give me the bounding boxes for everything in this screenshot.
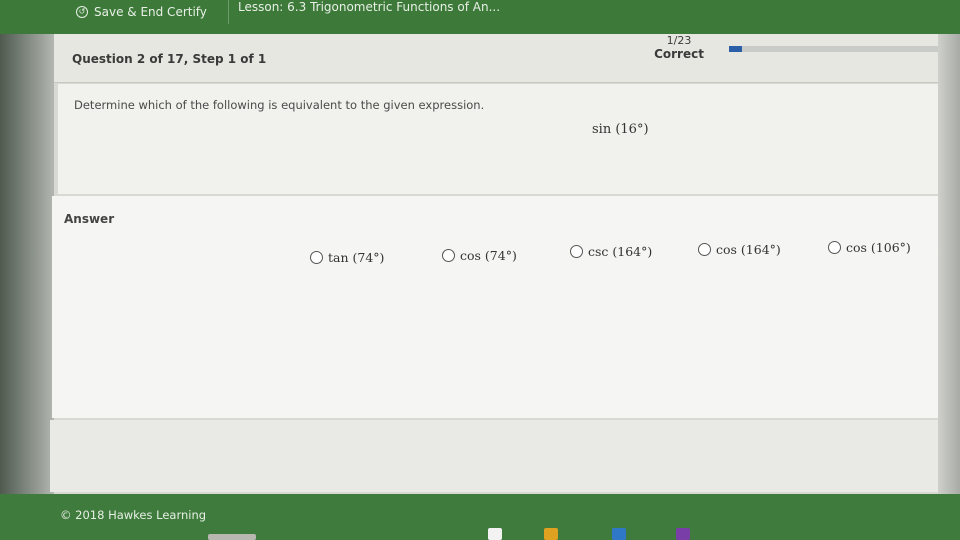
choice-option[interactable]: cos (164°) xyxy=(698,242,781,257)
settings-icon[interactable] xyxy=(612,528,626,540)
choice-option[interactable]: cos (74°) xyxy=(442,248,517,263)
file-explorer-icon[interactable] xyxy=(488,528,502,540)
choice-option[interactable]: cos (106°) xyxy=(828,240,911,255)
radio-button[interactable] xyxy=(570,245,583,258)
choice-label: cos (164°) xyxy=(716,242,781,257)
lesson-title: Lesson: 6.3 Trigonometric Functions of A… xyxy=(238,0,501,14)
choice-label: tan (74°) xyxy=(328,250,385,265)
right-edge xyxy=(938,34,960,504)
topbar-divider xyxy=(228,0,229,24)
footer: © 2018 Hawkes Learning xyxy=(0,494,960,540)
progress-fill xyxy=(729,46,742,52)
left-edge xyxy=(0,34,54,504)
score-box: 1/23 Correct xyxy=(634,34,724,61)
choice-label: cos (106°) xyxy=(846,240,911,255)
choice-option[interactable]: tan (74°) xyxy=(310,250,384,265)
choice-label: cos (74°) xyxy=(460,248,517,263)
save-end-certify-label: Save & End Certify xyxy=(94,5,207,19)
top-bar: ↺ Save & End Certify Lesson: 6.3 Trigono… xyxy=(0,0,960,34)
question-panel: Determine which of the following is equi… xyxy=(58,84,938,194)
score-count: 1/23 xyxy=(666,34,692,47)
taskbar-edge xyxy=(208,534,256,540)
answer-label: Answer xyxy=(64,212,115,226)
radio-button[interactable] xyxy=(442,249,455,262)
lower-panel xyxy=(50,420,938,492)
save-end-certify-button[interactable]: ↺ Save & End Certify xyxy=(76,5,207,19)
onenote-icon[interactable] xyxy=(676,528,690,540)
question-header: Question 2 of 17, Step 1 of 1 1/23 Corre… xyxy=(54,34,938,83)
copyright-text: © 2018 Hawkes Learning xyxy=(60,508,207,522)
question-title: Question 2 of 17, Step 1 of 1 xyxy=(72,52,267,66)
score-status: Correct xyxy=(654,47,704,61)
radio-button[interactable] xyxy=(828,241,841,254)
progress-bar xyxy=(729,46,938,52)
choice-label: csc (164°) xyxy=(588,244,653,259)
given-expression: sin (16°) xyxy=(592,122,649,137)
choice-option[interactable]: csc (164°) xyxy=(570,244,652,259)
question-prompt: Determine which of the following is equi… xyxy=(74,98,485,112)
answer-panel: Answer tan (74°) cos (74°) csc (164°) co… xyxy=(52,196,938,418)
radio-button[interactable] xyxy=(698,243,711,256)
browser-icon[interactable] xyxy=(544,528,558,540)
circle-arrow-icon: ↺ xyxy=(76,6,88,18)
radio-button[interactable] xyxy=(310,251,323,264)
